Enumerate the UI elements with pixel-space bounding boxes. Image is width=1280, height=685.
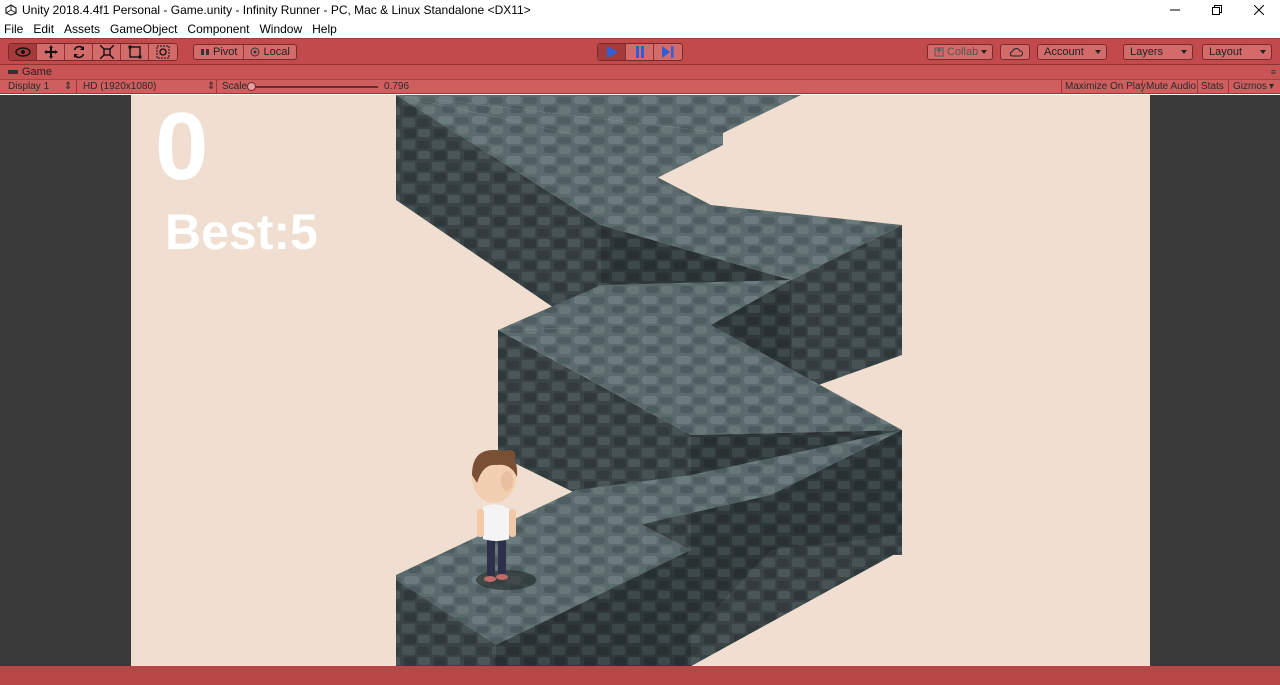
cloud-icon [1009, 48, 1023, 57]
transform-tools [8, 43, 178, 61]
menu-file[interactable]: File [4, 22, 23, 36]
score-counter: 0 [155, 95, 209, 200]
scale-value: 0.796 [384, 81, 410, 92]
cloud-button[interactable] [1000, 44, 1030, 60]
pause-icon [635, 46, 644, 58]
layers-label: Layers [1130, 46, 1164, 58]
menu-component[interactable]: Component [187, 22, 249, 36]
title-bar: Unity 2018.4.4f1 Personal - Game.unity -… [0, 0, 1280, 20]
move-tool-button[interactable] [37, 44, 65, 60]
collab-label: Collab [947, 46, 979, 58]
resolution-dropdown[interactable]: HD (1920x1080) [83, 81, 156, 92]
scale-slider-track[interactable] [250, 86, 378, 88]
transform-tool-button[interactable] [149, 44, 177, 60]
game-tab-label: Game [22, 66, 52, 78]
divider [1197, 80, 1198, 93]
mute-audio-toggle[interactable]: Mute Audio [1146, 81, 1196, 92]
gamepad-icon [8, 70, 18, 74]
chevron-down-icon: ▾ [1269, 81, 1275, 92]
zigzag-path-scene [396, 95, 902, 666]
menu-help[interactable]: Help [312, 22, 337, 36]
menu-bar: File Edit Assets GameObject Component Wi… [0, 20, 1280, 38]
divider [1061, 80, 1062, 93]
menu-gameobject[interactable]: GameObject [110, 22, 177, 36]
account-dropdown[interactable]: Account [1037, 44, 1107, 60]
pivot-icon [201, 49, 209, 55]
account-label: Account [1044, 46, 1084, 58]
pivot-button[interactable]: Pivot [194, 45, 245, 59]
main-toolbar: Pivot Local Collab Account Layers Layout [0, 38, 1280, 65]
scale-slider-thumb[interactable] [247, 82, 256, 91]
menu-edit[interactable]: Edit [33, 22, 54, 36]
minimize-icon[interactable] [1154, 0, 1196, 20]
rect-icon [128, 45, 141, 59]
play-button[interactable] [598, 44, 626, 60]
scale-icon [99, 45, 114, 59]
display-dropdown[interactable]: Display 1 [8, 81, 49, 92]
divider [1142, 80, 1143, 93]
play-icon [606, 46, 618, 58]
collab-dropdown[interactable]: Collab [927, 44, 993, 60]
restore-icon[interactable] [1196, 0, 1238, 20]
collab-icon [934, 47, 944, 57]
transform-icon [156, 45, 170, 59]
divider [1228, 80, 1229, 93]
player-character [472, 449, 518, 582]
game-tab-bar: Game ≡ [0, 65, 1280, 80]
chevron-updown-icon: ⇕ [64, 81, 73, 92]
step-button[interactable] [654, 44, 682, 60]
local-button[interactable]: Local [244, 45, 295, 59]
chevron-down-icon [981, 50, 987, 54]
close-icon[interactable] [1238, 0, 1280, 20]
game-tab[interactable]: Game [8, 66, 52, 78]
pause-button[interactable] [626, 44, 654, 60]
maximize-on-play-toggle[interactable]: Maximize On Play [1065, 81, 1146, 92]
rotate-tool-button[interactable] [65, 44, 93, 60]
window-title: Unity 2018.4.4f1 Personal - Game.unity -… [22, 3, 531, 17]
scale-tool-button[interactable] [93, 44, 121, 60]
local-icon [250, 47, 260, 57]
move-icon [43, 45, 58, 59]
unity-editor-window: Unity 2018.4.4f1 Personal - Game.unity -… [0, 0, 1280, 685]
layers-dropdown[interactable]: Layers [1123, 44, 1193, 60]
game-view: 0 Best:5 [0, 95, 1280, 666]
gizmos-dropdown[interactable]: Gizmos [1233, 81, 1267, 92]
game-view-toolbar: Display 1 ⇕ HD (1920x1080) ⇕ Scale 0.796… [0, 80, 1280, 94]
unity-logo-icon [4, 3, 18, 17]
layout-label: Layout [1209, 46, 1243, 58]
status-bar [0, 666, 1280, 685]
view-tool-button[interactable] [9, 44, 37, 60]
rect-tool-button[interactable] [121, 44, 149, 60]
play-controls [597, 43, 683, 61]
menu-window[interactable]: Window [259, 22, 302, 36]
chevron-updown-icon: ⇕ [207, 81, 216, 92]
chevron-down-icon [1260, 50, 1266, 54]
pivot-label: Pivot [213, 46, 238, 58]
tab-menu-icon[interactable]: ≡ [1271, 67, 1276, 77]
rotate-icon [73, 45, 84, 59]
menu-assets[interactable]: Assets [64, 22, 100, 36]
chevron-down-icon [1095, 50, 1101, 54]
chevron-down-icon [1181, 50, 1187, 54]
divider [76, 80, 77, 93]
game-viewport[interactable]: 0 Best:5 [131, 95, 1150, 666]
divider [216, 80, 217, 93]
step-icon [662, 46, 674, 58]
stats-toggle[interactable]: Stats [1201, 81, 1224, 92]
best-score: Best:5 [165, 204, 318, 260]
pivot-local-toggle: Pivot Local [193, 44, 297, 60]
scale-label: Scale [222, 81, 248, 92]
layout-dropdown[interactable]: Layout [1202, 44, 1272, 60]
eye-icon [14, 47, 31, 57]
local-label: Local [263, 46, 290, 58]
